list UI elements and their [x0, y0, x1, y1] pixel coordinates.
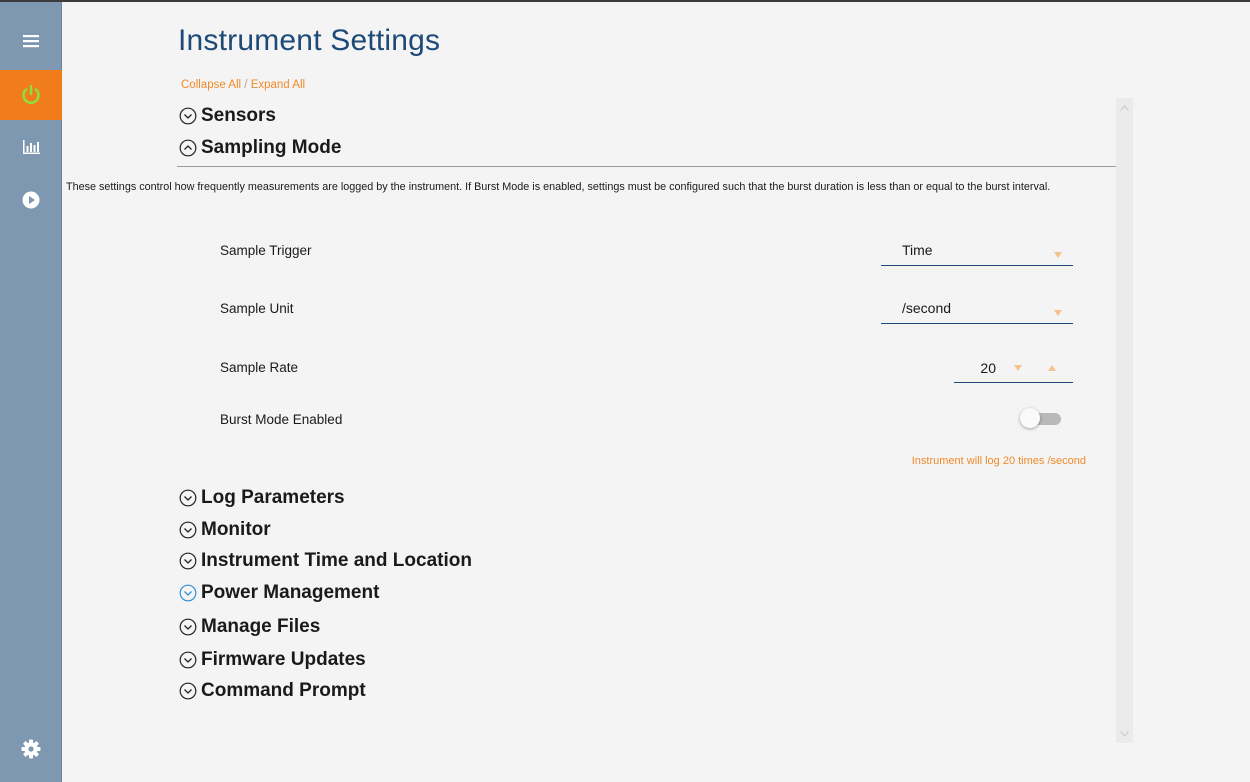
increment-icon[interactable] [1045, 362, 1059, 374]
sample-trigger-select[interactable]: Time [881, 236, 1073, 266]
bar-chart-icon [22, 140, 40, 154]
section-log-parameters[interactable]: Log Parameters [179, 487, 345, 509]
collapse-expand-separator: / [244, 79, 248, 91]
sidebar-item-deploy[interactable] [0, 178, 62, 222]
sample-unit-value: /second [902, 300, 952, 316]
sample-rate-value[interactable]: 20 [954, 360, 996, 376]
section-monitor[interactable]: Monitor [179, 519, 271, 541]
page-title: Instrument Settings [178, 24, 441, 57]
sample-trigger-label: Sample Trigger [220, 243, 312, 258]
sidebar [0, 2, 62, 782]
caret-down-icon [1054, 245, 1062, 261]
sample-rate-stepper[interactable]: 20 [954, 352, 1073, 383]
burst-mode-toggle[interactable] [1020, 408, 1061, 429]
scroll-up-icon[interactable] [1119, 102, 1130, 113]
section-title: Command Prompt [201, 680, 366, 701]
chevron-down-circle-icon [179, 682, 197, 700]
section-command-prompt[interactable]: Command Prompt [179, 680, 366, 702]
burst-mode-label: Burst Mode Enabled [220, 412, 343, 427]
chevron-down-circle-icon [179, 552, 197, 570]
sidebar-menu-button[interactable] [0, 16, 62, 66]
toggle-knob [1020, 408, 1040, 428]
section-divider [177, 166, 1116, 167]
section-instrument-time-location[interactable]: Instrument Time and Location [179, 550, 472, 572]
chevron-up-circle-icon [179, 139, 197, 157]
chevron-down-circle-icon [179, 521, 197, 539]
sidebar-item-data[interactable] [0, 128, 62, 166]
sampling-summary: Instrument will log 20 times /second [911, 455, 1086, 467]
section-title: Firmware Updates [201, 649, 366, 670]
chevron-down-circle-icon [179, 618, 197, 636]
caret-down-icon [1054, 303, 1062, 319]
collapse-all-link[interactable]: Collapse All [181, 79, 241, 91]
section-title: Monitor [201, 519, 271, 540]
section-title: Sensors [201, 105, 276, 126]
sampling-mode-description: These settings control how frequently me… [66, 181, 1051, 193]
chevron-down-circle-icon [179, 584, 197, 602]
hamburger-menu-icon [23, 34, 39, 48]
section-sampling-mode[interactable]: Sampling Mode [179, 137, 341, 159]
section-title: Log Parameters [201, 487, 345, 508]
section-title: Instrument Time and Location [201, 550, 472, 571]
sample-rate-label: Sample Rate [220, 360, 299, 375]
chevron-down-circle-icon [179, 107, 197, 125]
gear-icon [21, 739, 41, 759]
expand-all-link[interactable]: Expand All [251, 79, 305, 91]
section-title: Sampling Mode [201, 137, 342, 158]
sample-unit-select[interactable]: /second [881, 294, 1073, 324]
chevron-down-circle-icon [179, 651, 197, 669]
power-icon [20, 84, 42, 106]
sidebar-item-settings[interactable] [0, 724, 62, 774]
decrement-icon[interactable] [1011, 362, 1025, 374]
collapse-expand-controls: Collapse All / Expand All [181, 79, 305, 91]
section-power-management[interactable]: Power Management [179, 582, 379, 604]
section-manage-files[interactable]: Manage Files [179, 616, 320, 638]
scroll-down-icon[interactable] [1119, 728, 1130, 739]
sample-unit-label: Sample Unit [220, 301, 294, 316]
section-title: Power Management [201, 582, 380, 603]
section-firmware-updates[interactable]: Firmware Updates [179, 649, 366, 671]
chevron-down-circle-icon [179, 489, 197, 507]
section-title: Manage Files [201, 616, 321, 637]
main-panel: Instrument Settings Collapse All / Expan… [63, 2, 1250, 782]
vertical-scrollbar[interactable] [1116, 98, 1133, 743]
section-sensors[interactable]: Sensors [179, 105, 276, 127]
play-icon [22, 191, 40, 209]
sample-trigger-value: Time [902, 242, 933, 258]
sidebar-item-instrument[interactable] [0, 70, 62, 120]
